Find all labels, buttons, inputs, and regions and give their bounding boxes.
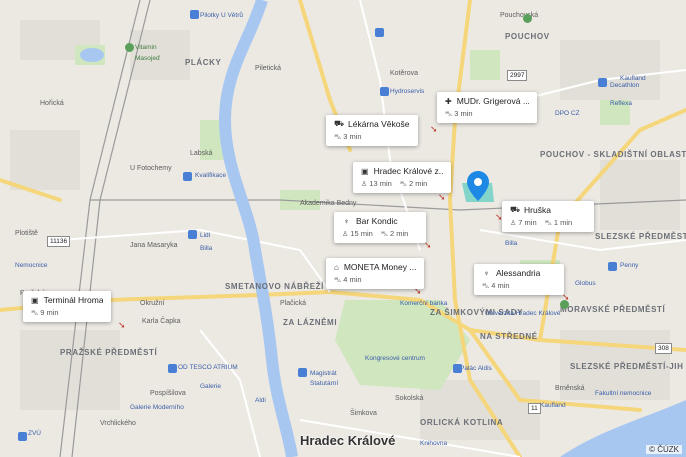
place-name: Hradec Králové z...	[373, 166, 443, 176]
restaurant-icon: ♆	[483, 268, 490, 278]
place-card[interactable]: ⌂ MONETA Money ... ⛍ 4 min	[326, 258, 424, 289]
poi-marker-icon[interactable]	[188, 230, 197, 239]
place-name: Lékárna Věkoše	[348, 119, 410, 129]
place-card[interactable]: ⛟ Hruška ♙ 7 min ⛍ 1 min	[502, 201, 594, 232]
travel-time: ♙ 13 min	[361, 179, 392, 188]
poi-marker-icon[interactable]	[608, 262, 617, 271]
place-name: Terminál Hromad...	[43, 295, 103, 305]
poi-marker-icon[interactable]	[598, 78, 607, 87]
travel-time: ⛍ 4 min	[482, 281, 510, 290]
travel-time: ⛍ 3 min	[445, 109, 473, 118]
travel-time: ⛍ 9 min	[31, 308, 59, 317]
car-icon: ⛍	[334, 134, 342, 141]
poi-marker-icon[interactable]	[183, 172, 192, 181]
place-card[interactable]: ✚ MUDr. Grigerová ... ⛍ 3 min	[437, 92, 537, 123]
place-card[interactable]: ⛟ Lékárna Věkoše ⛍ 3 min	[326, 115, 418, 146]
place-card[interactable]: ♆ Alessandria ⛍ 4 min	[474, 264, 564, 295]
place-name: Alessandria	[496, 268, 541, 278]
location-pin-icon[interactable]	[467, 171, 489, 201]
poi-marker-icon[interactable]	[375, 28, 384, 37]
road-number-badge: 308	[655, 343, 672, 354]
bus-icon: ▣	[361, 166, 369, 176]
place-card[interactable]: ♆ Bar Kondic ♙ 15 min ⛍ 2 min	[334, 212, 426, 243]
travel-time: ⛍ 1 min	[544, 218, 573, 227]
travel-time: ⛍ 3 min	[334, 132, 362, 141]
road-number-badge: 11	[528, 403, 541, 414]
place-name: MUDr. Grigerová ...	[456, 96, 529, 106]
place-card[interactable]: ▣ Terminál Hromad... ⛍9 min	[23, 291, 111, 322]
restaurant-icon: ♆	[343, 216, 350, 226]
shop-icon: ⛟	[334, 119, 345, 128]
travel-time: ⛍ 2 min	[399, 179, 428, 188]
poi-marker-icon[interactable]	[298, 368, 307, 377]
direction-arrow-icon: ➘	[430, 124, 438, 134]
poi-marker-icon[interactable]	[453, 364, 462, 373]
car-icon: ⛍	[482, 283, 490, 290]
travel-time: ⛍ 4 min	[334, 275, 362, 284]
road-number-badge: 2997	[507, 70, 528, 81]
car-icon: ⛍	[399, 181, 408, 188]
direction-arrow-icon: ➘	[438, 192, 446, 202]
place-card[interactable]: ▣ Hradec Králové z... ♙ 13 min ⛍ 2 min	[353, 162, 451, 193]
road-number-badge: 11136	[47, 236, 71, 247]
travel-time: ⛍ 2 min	[380, 229, 409, 238]
place-name: Hruška	[524, 205, 551, 215]
poi-marker-icon[interactable]	[18, 432, 27, 441]
map-copyright: © ČÚZK	[646, 445, 682, 454]
car-icon: ⛍	[544, 220, 552, 227]
poi-marker-icon[interactable]	[190, 10, 199, 19]
shop-icon: ⛟	[510, 205, 521, 214]
poi-marker-icon[interactable]	[168, 364, 177, 373]
map-view[interactable]: PLÁCKY POUCHOV POUCHOV - SKLADIŠTNÍ OBLA…	[0, 0, 686, 457]
car-icon: ⛍	[445, 111, 453, 118]
walk-icon: ♙	[510, 220, 517, 227]
place-name: MONETA Money ...	[343, 262, 416, 272]
bus-icon: ▣	[31, 295, 39, 305]
poi-marker-icon[interactable]	[125, 43, 134, 52]
poi-marker-icon[interactable]	[380, 87, 389, 96]
walk-icon: ♙	[342, 231, 349, 238]
car-icon: ⛍	[334, 277, 342, 284]
walk-icon: ♙	[361, 181, 368, 188]
poi-marker-icon[interactable]	[523, 14, 532, 23]
travel-time: ♙ 7 min	[510, 218, 537, 227]
travel-time: ♙ 15 min	[342, 229, 373, 238]
car-icon: ⛍	[31, 310, 39, 317]
bank-icon: ⌂	[334, 262, 339, 272]
place-name: Bar Kondic	[356, 216, 398, 226]
car-icon: ⛍	[380, 231, 389, 238]
direction-arrow-icon: ➘	[118, 320, 126, 330]
medical-icon: ✚	[445, 96, 452, 106]
